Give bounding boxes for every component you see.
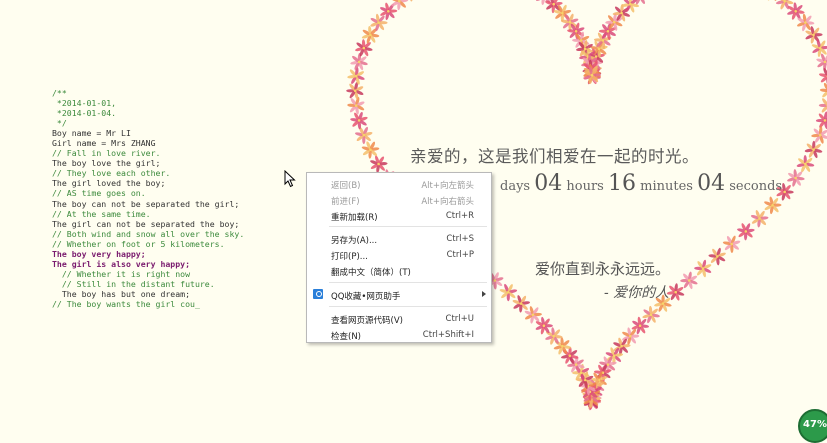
code-line: The boy very happy; (52, 249, 244, 259)
code-line: The girl is also very happy; (52, 259, 244, 269)
menu-item-label: 翻成中文（简体）(T) (331, 266, 411, 278)
hours-value: 04 (534, 171, 562, 196)
menu-separator (329, 282, 487, 283)
code-line: *2014-01-01, (52, 98, 244, 108)
code-line: The girl can not be separated the boy; (52, 219, 244, 229)
menu-item-shortcut: Alt+向右箭头 (421, 195, 474, 207)
menu-item[interactable]: 重新加载(R) Ctrl+R (307, 208, 491, 223)
flower (796, 155, 814, 173)
menu-item[interactable]: QQ收藏•网页助手 (307, 287, 491, 302)
flower (680, 271, 698, 289)
menu-item-label: 查看网页源代码(V) (331, 314, 403, 326)
menu-item[interactable]: 前进(F) Alt+向右箭头 (307, 192, 491, 207)
menu-item-label: 打印(P)... (331, 250, 368, 262)
code-line: The girl loved the boy; (52, 178, 244, 188)
menu-item-label: 重新加载(R) (331, 211, 378, 223)
flower (370, 155, 388, 173)
submenu-arrow-icon (482, 291, 486, 297)
code-line: Girl name = Mrs ZHANG (52, 138, 244, 148)
code-line: // Whether on foot or 5 kilometers. (52, 239, 244, 249)
menu-item-shortcut: Ctrl+P (447, 250, 474, 260)
flower (708, 247, 726, 265)
menu-item-label: 检查(N) (331, 330, 361, 342)
menu-separator (329, 306, 487, 307)
menu-item[interactable]: 打印(P)... Ctrl+P (307, 247, 491, 262)
flower (499, 283, 517, 301)
flower (787, 2, 805, 20)
flower (355, 126, 373, 144)
code-line: Boy name = Mr LI (52, 128, 244, 138)
qq-bookmark-icon (313, 289, 323, 299)
flower (816, 53, 827, 71)
flower (750, 210, 768, 228)
menu-item[interactable]: 返回(B) Alt+向左箭头 (307, 176, 491, 191)
hours-label: hours (566, 179, 603, 194)
code-line: /** (52, 88, 244, 98)
code-line: The boy can not be separated the girl; (52, 199, 244, 209)
code-line: // Both wind and snow all over the sky. (52, 229, 244, 239)
flower (694, 259, 712, 277)
menu-item-label: 另存为(A)... (331, 234, 377, 246)
code-line: // Fall in love river. (52, 148, 244, 158)
menu-item-label: QQ收藏•网页助手 (331, 290, 400, 302)
seconds-value: 04 (697, 171, 725, 196)
flower (805, 26, 823, 44)
flower (390, 0, 408, 10)
flower (737, 223, 755, 241)
flower (347, 97, 365, 115)
flower (764, 196, 782, 214)
menu-item[interactable]: 另存为(A)... Ctrl+S (307, 231, 491, 246)
code-line: *2014-01-04. (52, 108, 244, 118)
elapsed-timer: days 04 hours 16 minutes 04 seconds (500, 171, 782, 196)
minutes-label: minutes (640, 179, 693, 194)
love-message: 爱你直到永永远远。 (535, 258, 670, 279)
menu-item-label: 前进(F) (331, 195, 360, 207)
menu-item-shortcut: Ctrl+Shift+I (423, 330, 474, 340)
flower (370, 13, 388, 31)
menu-separator (329, 226, 487, 227)
flower (811, 39, 827, 57)
flower (346, 82, 364, 100)
flower (820, 82, 827, 100)
menu-item-shortcut: Ctrl+U (446, 314, 474, 324)
menu-item[interactable]: 检查(N) Ctrl+Shift+I (307, 327, 491, 342)
menu-item[interactable]: 翻成中文（简体）(T) (307, 263, 491, 278)
code-line: // The boy wants the girl cou_ (52, 299, 244, 309)
code-line: // Whether it is right now (52, 269, 244, 279)
flower (804, 141, 822, 159)
flower (723, 235, 741, 253)
menu-item-shortcut: Alt+向左箭头 (421, 179, 474, 191)
menu-item-shortcut: Ctrl+S (446, 234, 474, 244)
menu-item[interactable]: 查看网页源代码(V) Ctrl+U (307, 311, 491, 326)
flower (355, 39, 373, 57)
menu-item-label: 返回(B) (331, 179, 360, 191)
flower (350, 53, 368, 71)
code-line: */ (52, 118, 244, 128)
cursor-arrow-icon (284, 170, 296, 188)
headline: 亲爱的，这是我们相爱在一起的时光。 (410, 143, 699, 167)
code-line: The boy love the girl; (52, 158, 244, 168)
context-menu: 返回(B) Alt+向左箭头前进(F) Alt+向右箭头重新加载(R) Ctrl+R 另… (306, 172, 492, 343)
days-label: days (500, 179, 530, 194)
code-line: // At the same time. (52, 209, 244, 219)
signature: - 爱你的人 (604, 282, 669, 302)
flower (819, 67, 827, 85)
code-line: // They love each other. (52, 168, 244, 178)
minutes-value: 16 (608, 171, 636, 196)
code-line: // AS time goes on. (52, 188, 244, 198)
code-line: // Still in the distant future. (52, 279, 244, 289)
menu-item-shortcut: Ctrl+R (446, 211, 474, 221)
seconds-label: seconds (729, 179, 782, 194)
code-typewriter: /** *2014-01-01, *2014-01-04. */Boy name… (52, 88, 244, 309)
code-line: The boy has but one dream; (52, 289, 244, 299)
flower (350, 111, 368, 129)
